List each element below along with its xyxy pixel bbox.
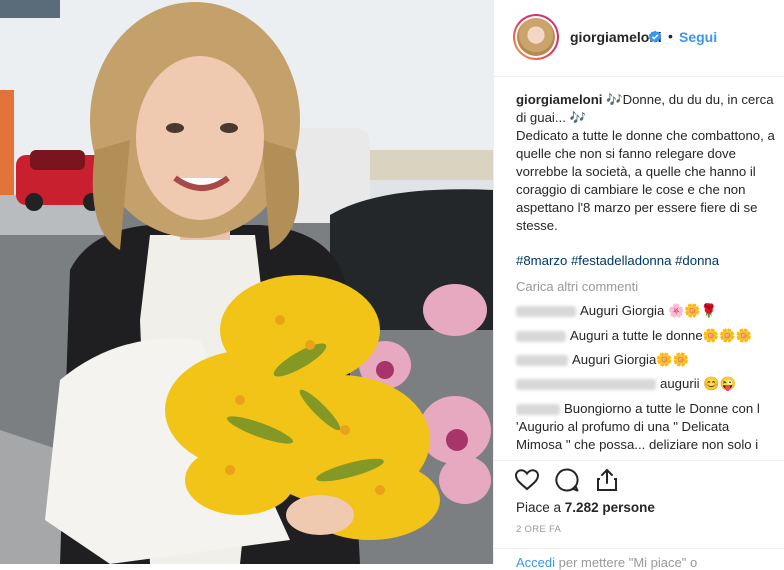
comment-icon[interactable] [554, 467, 580, 493]
follow-button[interactable]: Segui [679, 29, 717, 45]
caption-username[interactable]: giorgiameloni [516, 92, 602, 107]
likes-count[interactable]: Piace a 7.282 persone [516, 500, 655, 515]
verified-badge-icon [648, 30, 662, 43]
post-caption: giorgiameloni 🎶Donne, du du du, in cerca… [516, 91, 778, 235]
separator-dot: • [668, 28, 673, 44]
blurred-username [516, 306, 576, 318]
comment-item: augurii 😊😜 [516, 375, 778, 393]
caption-body: Dedicato a tutte le donne che combattono… [516, 128, 775, 233]
heart-icon[interactable] [514, 467, 540, 493]
comment-text: augurii 😊😜 [660, 376, 737, 391]
comment-text: Auguri Giorgia🌼🌼 [572, 352, 690, 367]
avatar[interactable] [513, 14, 559, 60]
blurred-username [516, 379, 656, 391]
post-side-panel: giorgiameloni • Segui giorgiameloni 🎶Don… [494, 0, 784, 570]
comment-text: Auguri Giorgia 🌸🌼🌹 [580, 303, 718, 318]
post-timestamp: 2 ORE FA [516, 524, 562, 535]
likes-prefix: Piace a [516, 500, 562, 515]
music-note-icon: 🎶 [606, 92, 623, 107]
action-bar [494, 460, 784, 497]
comment-item: Auguri Giorgia🌼🌼 [516, 351, 778, 369]
post-header: giorgiameloni • Segui [494, 0, 784, 77]
likes-number[interactable]: 7.282 persone [565, 500, 655, 515]
hashtags[interactable]: #8marzo #festadelladonna #donna [516, 253, 719, 268]
comment-text: Auguri a tutte le donne🌼🌼🌼 [570, 328, 752, 343]
comment-item: Buongiorno a tutte le Donne con l 'Augur… [516, 400, 778, 454]
photo-illustration [0, 0, 493, 564]
load-more-comments[interactable]: Carica altri commenti [516, 279, 638, 294]
music-note-icon: 🎶 [569, 110, 586, 125]
comment-item: Auguri a tutte le donne🌼🌼🌼 [516, 327, 778, 345]
login-prompt: Accedi per mettere "Mi piace" o [516, 555, 697, 570]
login-link[interactable]: Accedi [516, 555, 555, 570]
blurred-username [516, 404, 560, 416]
blurred-username [516, 331, 566, 343]
comment-item: Auguri Giorgia 🌸🌼🌹 [516, 302, 778, 320]
login-text: per mettere "Mi piace" o [558, 555, 698, 570]
blurred-username [516, 355, 568, 367]
post-photo[interactable] [0, 0, 493, 564]
share-icon[interactable] [594, 467, 620, 493]
